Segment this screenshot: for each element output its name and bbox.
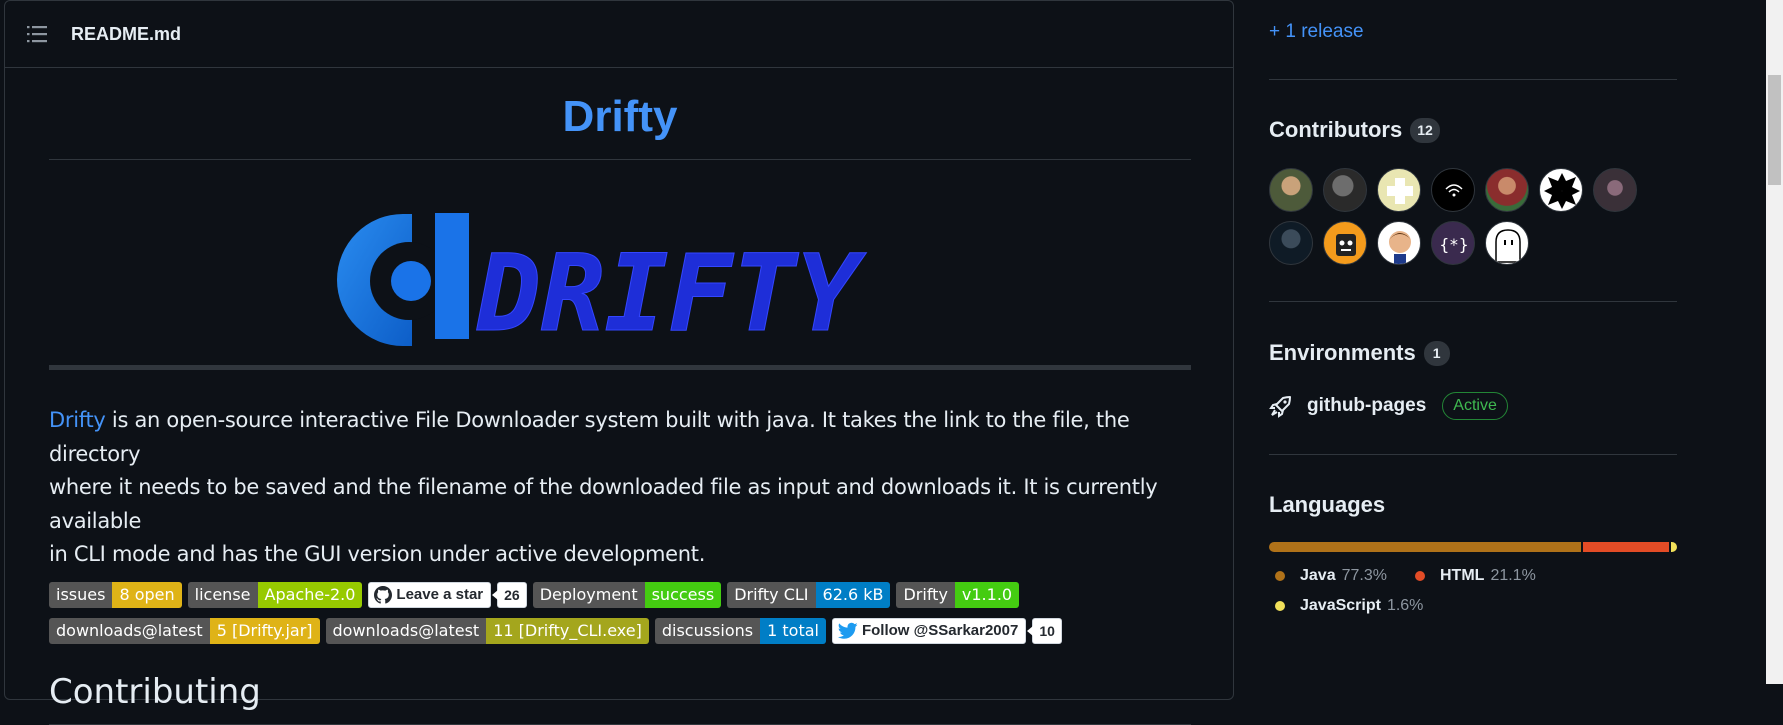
twitter-follow-badge[interactable]: Follow @SSarkar2007 10 <box>831 617 1062 644</box>
downloads-jar-badge[interactable]: downloads@latest 5 [Drifty.jar] <box>49 617 320 644</box>
follower-count[interactable]: 10 <box>1027 617 1062 644</box>
readme-header: README.md <box>5 1 1233 68</box>
drifty-logo[interactable]: DRIFTY <box>49 160 1191 365</box>
languages-heading: Languages <box>1269 492 1386 517</box>
license-badge[interactable]: license Apache-2.0 <box>187 581 363 608</box>
environment-name[interactable]: github-pages <box>1307 395 1426 417</box>
drifty-cli-size-badge[interactable]: Drifty CLI 62.6 kB <box>727 581 891 608</box>
avatar[interactable]: {*} <box>1431 221 1475 265</box>
readme-filename: README.md <box>71 23 182 44</box>
horizontal-rule <box>49 365 1191 370</box>
description-line-1: is an open-source interactive File Downl… <box>49 408 1130 466</box>
language-segment-java <box>1269 542 1582 552</box>
readme-heading[interactable]: Drifty <box>49 69 1191 160</box>
language-segment-javascript <box>1670 542 1677 552</box>
issues-badge[interactable]: issues 8 open <box>49 581 182 608</box>
star-count[interactable]: 26 <box>492 581 527 608</box>
avatar[interactable] <box>1269 221 1313 265</box>
readme-panel: README.md Drifty DRIFTY Drifty is an ope… <box>4 0 1234 725</box>
contributing-heading[interactable]: Contributing <box>49 672 1191 725</box>
environment-item[interactable]: github-pages Active <box>1269 392 1508 420</box>
badge-list: issues 8 open license Apache-2.0 Leave a… <box>49 581 1191 644</box>
contributors-count: 12 <box>1410 117 1440 143</box>
deployment-badge[interactable]: Deployment success <box>532 581 722 608</box>
language-item-javascript[interactable]: JavaScript 1.6% <box>1275 597 1423 615</box>
language-item-html[interactable]: HTML 21.1% <box>1415 567 1536 585</box>
drifty-logo-image: DRIFTY <box>337 213 868 356</box>
avatar[interactable] <box>1593 168 1637 212</box>
environment-status-badge: Active <box>1442 392 1508 420</box>
rocket-icon <box>1269 396 1291 418</box>
avatar[interactable] <box>1431 168 1475 212</box>
avatar[interactable] <box>1269 168 1313 212</box>
contributor-avatars: {*} <box>1269 168 1659 265</box>
avatar[interactable] <box>1377 221 1421 265</box>
javascript-color-dot <box>1275 601 1285 611</box>
drifty-link[interactable]: Drifty <box>49 408 106 432</box>
environments-heading[interactable]: Environments 1 <box>1269 340 1450 366</box>
drifty-version-badge[interactable]: Drifty v1.1.0 <box>896 581 1020 608</box>
avatar[interactable] <box>1323 168 1367 212</box>
html-color-dot <box>1415 571 1425 581</box>
environments-count: 1 <box>1423 340 1450 366</box>
language-segment-html <box>1583 542 1669 552</box>
star-badge[interactable]: Leave a star 26 <box>368 581 527 608</box>
discussions-badge[interactable]: discussions 1 total <box>654 617 826 644</box>
description-line-2: where it needs to be saved and the filen… <box>49 475 1158 533</box>
contributors-heading[interactable]: Contributors 12 <box>1269 117 1440 143</box>
readme-content: Drifty DRIFTY Drifty is an open-source i… <box>49 69 1191 725</box>
table-of-contents-icon[interactable] <box>27 25 47 43</box>
readme-description: Drifty is an open-source interactive Fil… <box>49 404 1191 572</box>
page-scrollbar[interactable] <box>1766 0 1783 684</box>
avatar[interactable] <box>1377 168 1421 212</box>
twitter-icon <box>837 622 858 639</box>
languages-bar <box>1269 542 1677 552</box>
description-line-3: in CLI mode and has the GUI version unde… <box>49 542 706 566</box>
divider <box>1269 454 1677 455</box>
logo-wordmark: DRIFTY <box>476 232 867 355</box>
avatar[interactable] <box>1323 221 1367 265</box>
releases-link[interactable]: + 1 release <box>1269 21 1364 43</box>
divider <box>1269 79 1677 80</box>
github-icon <box>374 585 393 604</box>
language-item-java[interactable]: Java 77.3% <box>1275 567 1387 585</box>
java-color-dot <box>1275 571 1285 581</box>
downloads-exe-badge[interactable]: downloads@latest 11 [Drifty_CLI.exe] <box>325 617 649 644</box>
avatar[interactable] <box>1485 221 1529 265</box>
scrollbar-thumb[interactable] <box>1768 75 1781 185</box>
svg-text:{*}: {*} <box>1440 235 1469 254</box>
divider <box>1269 301 1677 302</box>
avatar[interactable] <box>1485 168 1529 212</box>
avatar[interactable] <box>1539 168 1583 212</box>
